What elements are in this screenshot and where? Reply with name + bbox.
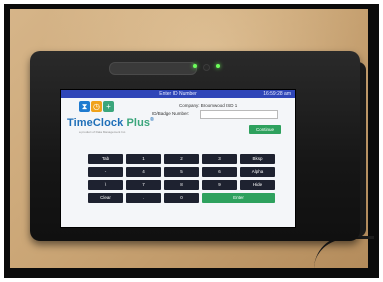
camera-sensor: [203, 64, 210, 71]
plus-icon: +: [103, 101, 114, 112]
key-7[interactable]: 7: [126, 180, 161, 190]
photo-frame: Enter ID Number 16:59:28 am ⧗ ◷ + TimeCl…: [4, 4, 379, 278]
key-bksp[interactable]: Bksp: [240, 154, 275, 164]
key-tab[interactable]: Tab: [88, 154, 123, 164]
key-dot[interactable]: .: [126, 193, 161, 203]
title-bar: Enter ID Number 16:59:28 am: [61, 90, 295, 98]
key-1[interactable]: 1: [126, 154, 161, 164]
status-led-left: [193, 64, 197, 68]
brand-name: TimeClock: [67, 117, 124, 129]
key-hide[interactable]: Hide: [240, 180, 275, 190]
id-label: ID/Badge Number:: [152, 111, 190, 116]
key-alpha[interactable]: Alpha: [240, 167, 275, 177]
key-clear[interactable]: Clear: [88, 193, 123, 203]
enter-button[interactable]: Enter: [202, 193, 275, 203]
brand-tagline: a product of Data Management Inc.: [79, 130, 127, 134]
key-6[interactable]: 6: [202, 167, 237, 177]
hourglass-icon: ⧗: [79, 101, 90, 112]
continue-button[interactable]: Continue: [249, 125, 281, 134]
company-info: Company: Broomwood ISD 1: [179, 103, 238, 108]
status-led-right: [216, 64, 220, 68]
key-8[interactable]: 8: [164, 180, 199, 190]
keypad: Tab 1 2 3 Bksp - 4 5 6 Alpha \ 7 8 9 Hid…: [88, 154, 278, 224]
key-0[interactable]: 0: [164, 193, 199, 203]
key-backslash[interactable]: \: [88, 180, 123, 190]
key-2[interactable]: 2: [164, 154, 199, 164]
screen-title: Enter ID Number: [159, 91, 197, 97]
device-top-grip: [109, 62, 197, 75]
key-9[interactable]: 9: [202, 180, 237, 190]
touch-screen: Enter ID Number 16:59:28 am ⧗ ◷ + TimeCl…: [60, 89, 296, 228]
key-4[interactable]: 4: [126, 167, 161, 177]
brand-logo: TimeClock Plus®: [67, 117, 154, 129]
brand-plus: Plus: [123, 117, 151, 129]
clock-time: 16:59:28 am: [263, 91, 291, 97]
brand-reg: ®: [150, 117, 154, 123]
key-5[interactable]: 5: [164, 167, 199, 177]
key-3[interactable]: 3: [202, 154, 237, 164]
key-minus[interactable]: -: [88, 167, 123, 177]
id-number-input[interactable]: [200, 110, 278, 119]
clock-icon: ◷: [91, 101, 102, 112]
